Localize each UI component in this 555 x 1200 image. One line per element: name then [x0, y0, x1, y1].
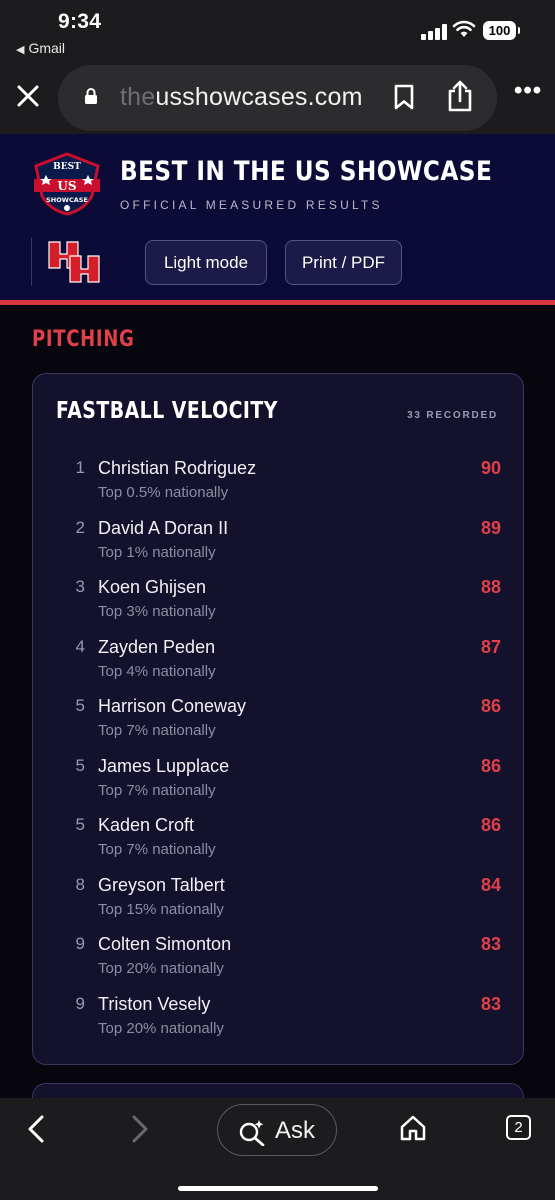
forward-arrow-icon[interactable]	[128, 1114, 152, 1144]
rank: 2	[75, 517, 85, 537]
leaderboard-row: 5 Kaden Croft Top 7% nationally 86	[33, 815, 525, 871]
back-arrow-icon[interactable]	[24, 1114, 48, 1144]
national-percentile: Top 0.5% nationally	[98, 484, 229, 501]
velocity-value: 83	[480, 934, 501, 954]
velocity-value: 86	[480, 755, 501, 776]
team-logo	[48, 241, 100, 283]
velocity-value: 88	[480, 577, 501, 597]
print-pdf-button[interactable]: Print / PDF	[285, 240, 402, 285]
player-name: Koen Ghijsen	[98, 577, 207, 597]
divider	[31, 238, 32, 286]
cellular-signal-icon	[421, 24, 447, 40]
player-name: Kaden Croft	[98, 815, 195, 835]
national-percentile: Top 7% nationally	[98, 722, 216, 739]
back-app-label: Gmail	[28, 40, 66, 56]
status-time: 9:34	[58, 10, 102, 33]
card-title: FASTBALL VELOCITY	[56, 398, 278, 424]
section-title: PITCHING	[32, 327, 135, 352]
leaderboard-row: 9 Triston Vesely Top 20% nationally 83	[33, 994, 525, 1050]
national-percentile: Top 3% nationally	[98, 603, 216, 620]
showcase-logo: BEST US SHOWCASE	[34, 152, 100, 216]
rank: 5	[75, 696, 85, 715]
site-title: BEST IN THE US SHOWCASE	[120, 156, 493, 187]
national-percentile: Top 20% nationally	[98, 960, 224, 977]
svg-text:BEST: BEST	[53, 162, 81, 172]
rank: 8	[75, 874, 85, 894]
rank: 9	[75, 934, 85, 953]
next-card	[32, 1083, 524, 1098]
rank: 4	[75, 636, 85, 656]
national-percentile: Top 1% nationally	[98, 543, 216, 561]
url-domain: usshowcases.com	[155, 83, 363, 111]
close-icon[interactable]	[14, 82, 42, 110]
leaderboard-row: 9 Colten Simonton Top 20% nationally 83	[33, 934, 525, 990]
browser-toolbar: Ask 2	[0, 1098, 555, 1200]
svg-text:SHOWCASE: SHOWCASE	[46, 196, 88, 204]
velocity-value: 84	[480, 874, 501, 895]
player-name: Triston Vesely	[98, 993, 211, 1014]
web-page: BEST US SHOWCASE BEST IN THE US SHOWCASE…	[0, 134, 555, 1098]
rank: 1	[75, 458, 85, 477]
bookmark-icon[interactable]	[393, 83, 415, 111]
velocity-value: 87	[480, 636, 501, 657]
player-name: Greyson Talbert	[98, 874, 225, 895]
leaderboard-row: 3 Koen Ghijsen Top 3% nationally 88	[33, 577, 525, 633]
national-percentile: Top 20% nationally	[98, 1019, 224, 1037]
player-name: Colten Simonton	[98, 934, 232, 954]
leaderboard-row: 5 Harrison Coneway Top 7% nationally 86	[33, 696, 525, 752]
player-name: David A Doran II	[98, 517, 229, 538]
player-name: Christian Rodriguez	[98, 458, 257, 478]
leaderboard-row: 1 Christian Rodriguez Top 0.5% nationall…	[33, 458, 525, 514]
home-icon[interactable]	[398, 1114, 428, 1142]
ask-button[interactable]: Ask	[217, 1104, 337, 1156]
leaderboard-row: 4 Zayden Peden Top 4% nationally 87	[33, 637, 525, 693]
svg-text:US: US	[57, 179, 76, 193]
back-triangle-icon: ◀	[16, 44, 25, 56]
site-subtitle: OFFICIAL MEASURED RESULTS	[120, 198, 383, 212]
leaderboard-row: 2 David A Doran II Top 1% nationally 89	[33, 518, 525, 574]
rank: 5	[75, 815, 85, 834]
velocity-value: 83	[480, 993, 501, 1014]
lock-icon	[85, 88, 97, 104]
rank: 5	[75, 755, 85, 775]
leaderboard-row: 8 Greyson Talbert Top 15% nationally 84	[33, 875, 525, 931]
leaderboard-row: 5 James Lupplace Top 7% nationally 86	[33, 756, 525, 812]
sparkle-search-icon	[239, 1120, 265, 1146]
browser-bar: theusshowcases.com •••	[0, 62, 555, 134]
national-percentile: Top 15% nationally	[98, 900, 224, 918]
header-accent-line	[0, 300, 555, 305]
url-prefix: the	[120, 83, 156, 111]
velocity-value: 90	[480, 458, 501, 478]
velocity-value: 89	[480, 517, 501, 538]
leaderboard-card: FASTBALL VELOCITY 33 RECORDED 1 Christia…	[32, 373, 524, 1065]
national-percentile: Top 7% nationally	[98, 841, 216, 858]
national-percentile: Top 4% nationally	[98, 662, 216, 680]
rank: 3	[75, 577, 85, 596]
back-to-app-link[interactable]: ◀ Gmail	[16, 40, 65, 56]
url-text: theusshowcases.com	[120, 83, 363, 112]
rank: 9	[75, 993, 85, 1013]
velocity-value: 86	[480, 696, 501, 716]
light-mode-button[interactable]: Light mode	[145, 240, 267, 285]
share-icon[interactable]	[446, 79, 474, 113]
player-name: Harrison Coneway	[98, 696, 247, 716]
player-name: James Lupplace	[98, 755, 230, 776]
home-indicator	[178, 1186, 378, 1191]
more-icon[interactable]: •••	[514, 79, 542, 103]
tabs-button[interactable]: 2	[506, 1115, 531, 1140]
player-name: Zayden Peden	[98, 636, 216, 657]
site-header: BEST US SHOWCASE BEST IN THE US SHOWCASE…	[0, 134, 555, 302]
address-bar[interactable]: theusshowcases.com	[58, 65, 497, 131]
ask-label: Ask	[275, 1117, 316, 1144]
velocity-value: 86	[480, 815, 501, 835]
wifi-icon	[452, 20, 476, 37]
recorded-count: 33 RECORDED	[407, 410, 498, 421]
status-bar: 9:34 ◀ Gmail 100	[0, 0, 555, 62]
battery-indicator: 100	[483, 21, 520, 40]
national-percentile: Top 7% nationally	[98, 781, 216, 799]
